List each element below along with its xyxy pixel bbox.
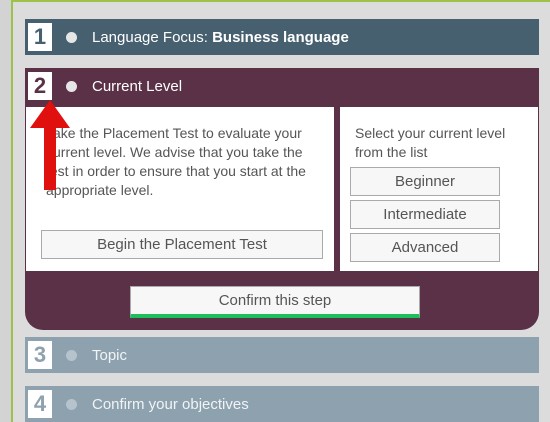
step-number: 1	[28, 23, 52, 51]
step-label-value: Business language	[212, 28, 349, 46]
begin-placement-test-button[interactable]: Begin the Placement Test	[41, 230, 323, 259]
step-label: Language Focus: Business language	[92, 29, 349, 46]
level-select-instructions: Select your current level from the list	[355, 125, 506, 160]
level-beginner-button[interactable]: Beginner	[350, 167, 500, 196]
step-number: 2	[28, 72, 52, 100]
confirm-step-button[interactable]: Confirm this step	[130, 286, 420, 318]
step-status-dot-icon	[66, 349, 77, 361]
step-number: 3	[28, 341, 52, 369]
current-level-panel: Take the Placement Test to evaluate your…	[25, 104, 539, 330]
step-4-header[interactable]: 4 Confirm your objectives	[25, 386, 539, 422]
step-label: Confirm your objectives	[92, 395, 249, 413]
step-label: Topic	[92, 346, 128, 364]
step-status-dot-icon	[66, 31, 77, 43]
step-status-dot-icon	[66, 80, 77, 92]
step-number: 4	[28, 390, 52, 418]
placement-test-panel: Take the Placement Test to evaluate your…	[25, 106, 335, 272]
step-1-header[interactable]: 1 Language Focus: Business language	[25, 19, 539, 55]
step-label: Current Level	[92, 77, 183, 95]
step-status-dot-icon	[66, 398, 77, 410]
step-3-header[interactable]: 3 Topic	[25, 337, 539, 373]
red-arrow-icon	[30, 100, 70, 190]
placement-description: Take the Placement Test to evaluate your…	[46, 125, 306, 198]
step-2-header[interactable]: 2 Current Level	[25, 68, 539, 104]
level-select-panel: Select your current level from the list …	[339, 106, 539, 272]
level-advanced-button[interactable]: Advanced	[350, 233, 500, 262]
level-intermediate-button[interactable]: Intermediate	[350, 200, 500, 229]
step-label-prefix: Language Focus:	[92, 28, 213, 46]
